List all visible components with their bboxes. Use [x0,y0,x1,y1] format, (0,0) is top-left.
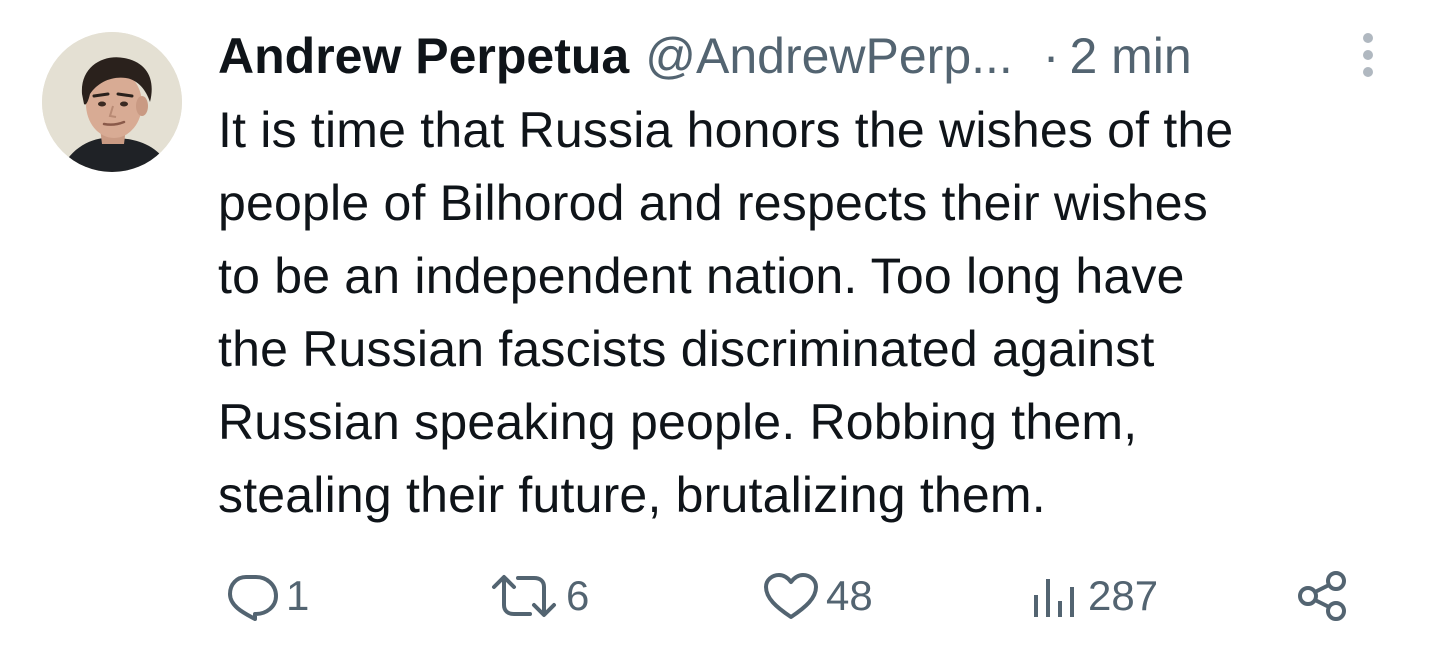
tweet-header: Andrew Perpetua @AndrewPerp... · 2 min [218,26,1192,86]
tweet-text-line: to be an independent nation. Too long ha… [218,248,1185,304]
tweet-actions-bar: 1 6 48 287 [218,566,1358,626]
tweet-text: It is time that Russia honors the wishes… [218,94,1418,532]
author-display-name[interactable]: Andrew Perpetua [218,26,629,86]
tweet-text-line: people of Bilhorod and respects their wi… [218,175,1208,231]
tweet-text-line: Russian speaking people. Robbing them, [218,394,1138,450]
retweet-icon [492,575,556,617]
share-icon [1298,571,1346,621]
retweet-button[interactable]: 6 [488,566,589,626]
share-button[interactable] [1296,566,1350,626]
tweet-card[interactable]: Andrew Perpetua @AndrewPerp... · 2 min I… [0,0,1440,664]
tweet-text-line: stealing their future, brutalizing them. [218,467,1046,523]
heart-icon [764,573,818,619]
header-separator: · [1042,28,1060,84]
more-options-button[interactable] [1348,30,1388,80]
tweet-text-line: It is time that Russia honors the wishes… [218,102,1234,158]
reply-count: 1 [286,572,310,619]
views-bar-chart-icon [1034,579,1074,617]
retweet-count: 6 [566,572,590,619]
avatar[interactable] [42,32,182,172]
like-button[interactable]: 48 [762,566,873,626]
views-button[interactable]: 287 [1030,566,1158,626]
like-count: 48 [826,572,873,619]
reply-icon [228,575,278,621]
tweet-text-line: the Russian fascists discriminated again… [218,321,1155,377]
vertical-ellipsis-icon [1363,33,1373,77]
author-handle[interactable]: @AndrewPerp... [645,26,1013,86]
views-count: 287 [1088,572,1159,619]
reply-button[interactable]: 1 [224,566,309,626]
tweet-timestamp[interactable]: 2 min [1069,26,1191,86]
avatar-photo [42,32,182,172]
